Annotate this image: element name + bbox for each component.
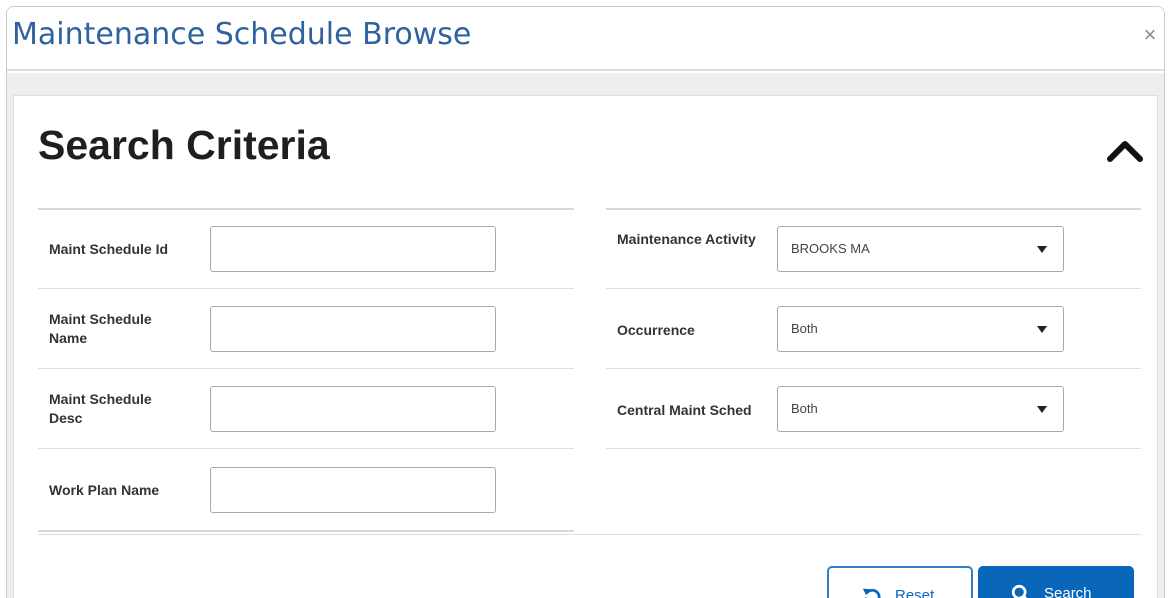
row-divider <box>38 530 574 532</box>
maint-schedule-id-label: Maint Schedule Id <box>49 241 169 257</box>
row-divider <box>606 208 1141 210</box>
row-divider <box>606 288 1141 289</box>
chevron-up-icon[interactable] <box>1103 132 1147 168</box>
undo-icon <box>862 588 881 598</box>
central-maint-sched-label: Central Maint Sched <box>617 402 752 418</box>
central-maint-sched-select[interactable]: Both <box>777 386 1064 432</box>
caret-down-icon <box>1037 326 1047 333</box>
caret-down-icon <box>1037 406 1047 413</box>
maintenance-schedule-browse-dialog: Maintenance Schedule Browse × Search Cri… <box>6 6 1165 598</box>
maint-schedule-id-input[interactable] <box>210 226 496 272</box>
occurrence-select[interactable]: Both <box>777 306 1064 352</box>
close-icon[interactable]: × <box>1140 23 1160 47</box>
row-divider <box>606 448 1141 449</box>
dialog-body: Search Criteria Maint Schedule Id Maint … <box>7 73 1164 598</box>
maintenance-activity-label: Maintenance Activity <box>617 231 756 247</box>
work-plan-name-input[interactable] <box>210 467 496 513</box>
row-divider <box>38 288 574 289</box>
row-divider <box>38 368 574 369</box>
maint-schedule-name-input[interactable] <box>210 306 496 352</box>
occurrence-label: Occurrence <box>617 322 695 338</box>
section-title: Search Criteria <box>38 122 330 168</box>
search-button[interactable]: Search <box>978 566 1134 598</box>
dialog-header: Maintenance Schedule Browse × <box>7 7 1164 71</box>
row-divider <box>606 368 1141 369</box>
search-label: Search <box>1044 585 1092 598</box>
reset-button[interactable]: Reset <box>827 566 973 598</box>
maint-schedule-desc-input[interactable] <box>210 386 496 432</box>
work-plan-name-label: Work Plan Name <box>49 482 160 498</box>
maintenance-activity-select[interactable]: BROOKS MA <box>777 226 1064 272</box>
caret-down-icon <box>1037 246 1047 253</box>
maint-schedule-desc-label: Maint Schedule Desc <box>49 391 152 426</box>
dialog-title: Maintenance Schedule Browse <box>12 17 472 52</box>
maintenance-activity-value: BROOKS MA <box>791 241 870 256</box>
actions-divider <box>38 534 1141 535</box>
search-criteria-panel: Search Criteria Maint Schedule Id Maint … <box>13 95 1158 598</box>
maint-schedule-name-label: Maint Schedule Name <box>49 311 152 346</box>
occurrence-value: Both <box>791 321 818 336</box>
row-divider <box>38 208 574 210</box>
central-maint-sched-value: Both <box>791 401 818 416</box>
search-icon <box>1011 584 1028 598</box>
row-divider <box>38 448 574 449</box>
